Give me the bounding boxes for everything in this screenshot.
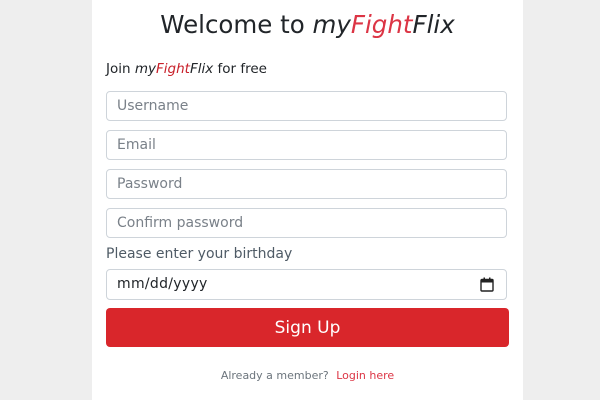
brand-fight: Fight	[350, 10, 413, 39]
join-brand-fight: Fight	[156, 61, 190, 77]
calendar-icon[interactable]	[480, 277, 494, 292]
join-prefix: Join	[106, 61, 131, 77]
birthday-date-input[interactable]: mm/dd/yyyy	[106, 269, 507, 300]
welcome-text: Welcome to	[160, 10, 305, 39]
birthday-label: Please enter your birthday	[106, 246, 293, 262]
join-suffix: for free	[217, 61, 267, 77]
sign-up-button[interactable]: Sign Up	[106, 308, 509, 347]
brand-my: my	[312, 10, 351, 39]
signup-card: Welcome to myFightFlix Join myFightFlix …	[92, 0, 523, 400]
confirm-password-input[interactable]	[106, 208, 507, 238]
page-title: Welcome to myFightFlix	[92, 10, 523, 39]
login-link[interactable]: Login here	[336, 369, 394, 382]
login-prompt: Already a member? Login here	[92, 369, 523, 382]
password-input[interactable]	[106, 169, 507, 199]
birthday-date-text: mm/dd/yyyy	[117, 276, 208, 292]
already-member-text: Already a member?	[220, 369, 329, 382]
username-input[interactable]	[106, 91, 507, 121]
join-brand-flix: Flix	[189, 61, 214, 77]
brand-flix: Flix	[412, 10, 455, 39]
join-brand-my: my	[134, 61, 156, 77]
email-input[interactable]	[106, 130, 507, 160]
join-subtitle: Join myFightFlix for free	[106, 61, 267, 77]
